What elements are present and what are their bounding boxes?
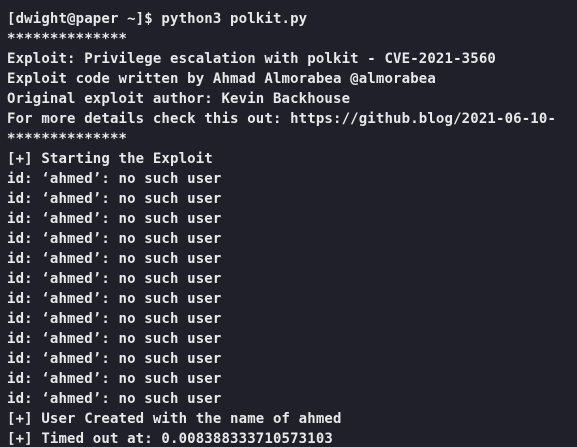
output-line: ************** xyxy=(7,31,128,47)
output-line: id: ‘ahmed’: no such user xyxy=(7,231,222,247)
output-line: id: ‘ahmed’: no such user xyxy=(7,211,222,227)
output-line: [+] Timed out at: 0.008388333710573103 xyxy=(7,431,333,447)
prompt-command-line: [dwight@paper ~]$ python3 polkit.py xyxy=(7,11,308,27)
output-line: For more details check this out: https:/… xyxy=(7,111,557,127)
output-line: id: ‘ahmed’: no such user xyxy=(7,311,222,327)
output-line: id: ‘ahmed’: no such user xyxy=(7,191,222,207)
terminal-window[interactable]: [dwight@paper ~]$ python3 polkit.py ****… xyxy=(0,0,577,447)
output-line: Original exploit author: Kevin Backhouse xyxy=(7,91,351,107)
output-line: [+] User Created with the name of ahmed xyxy=(7,411,342,427)
output-line: id: ‘ahmed’: no such user xyxy=(7,351,222,367)
output-line: [+] Starting the Exploit xyxy=(7,151,213,167)
output-line: id: ‘ahmed’: no such user xyxy=(7,331,222,347)
output-line: ************** xyxy=(7,131,128,147)
output-line: id: ‘ahmed’: no such user xyxy=(7,251,222,267)
output-line: id: ‘ahmed’: no such user xyxy=(7,171,222,187)
output-line: id: ‘ahmed’: no such user xyxy=(7,291,222,307)
output-line: id: ‘ahmed’: no such user xyxy=(7,391,222,407)
output-line: Exploit code written by Ahmad Almorabea … xyxy=(7,71,436,87)
output-line: Exploit: Privilege escalation with polki… xyxy=(7,51,496,67)
output-line: id: ‘ahmed’: no such user xyxy=(7,371,222,387)
output-line: id: ‘ahmed’: no such user xyxy=(7,271,222,287)
